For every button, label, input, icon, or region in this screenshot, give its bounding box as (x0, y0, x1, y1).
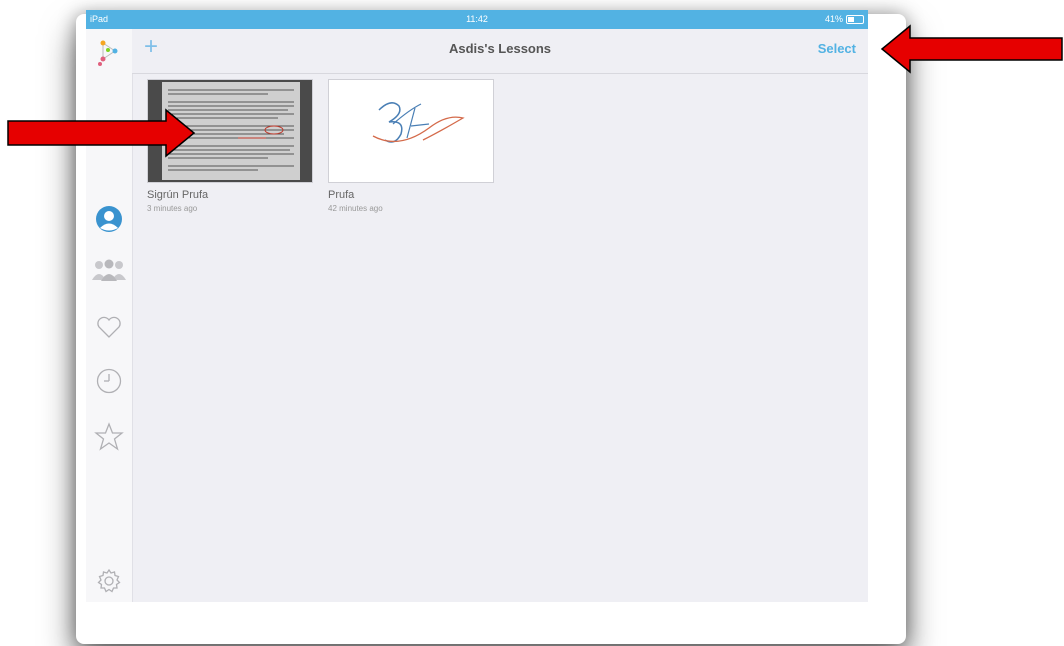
lesson-time: 42 minutes ago (328, 204, 383, 213)
battery-status: 41% (825, 14, 864, 24)
lesson-thumbnail-drawing[interactable] (328, 79, 494, 183)
battery-icon (846, 14, 864, 24)
lesson-title: Prufa (328, 189, 355, 201)
nav-bar: + Asdis's Lessons Select (132, 29, 868, 74)
star-icon[interactable] (86, 421, 132, 453)
annotation-arrow-lesson (7, 108, 196, 158)
status-bar: iPad 11:42 41% (86, 10, 868, 29)
settings-icon[interactable] (86, 567, 132, 595)
ipad-screen: iPad 11:42 41% + Asdis's Lessons Select … (86, 10, 868, 602)
select-button[interactable]: Select (818, 41, 856, 56)
app-logo-icon[interactable] (86, 37, 132, 67)
page-title: Asdis's Lessons (448, 41, 552, 56)
annotation-arrow-select (880, 24, 1063, 74)
lesson-time: 3 minutes ago (147, 204, 198, 213)
groups-icon[interactable] (86, 258, 132, 282)
lesson-title: Sigrún Prufa (147, 189, 209, 201)
lesson-card[interactable]: Prufa 42 minutes ago (328, 79, 494, 213)
heart-icon[interactable] (86, 314, 132, 340)
profile-icon[interactable] (86, 205, 132, 233)
clock: 11:42 (466, 14, 488, 24)
clock-icon[interactable] (86, 367, 132, 395)
battery-percent: 41% (824, 14, 843, 24)
